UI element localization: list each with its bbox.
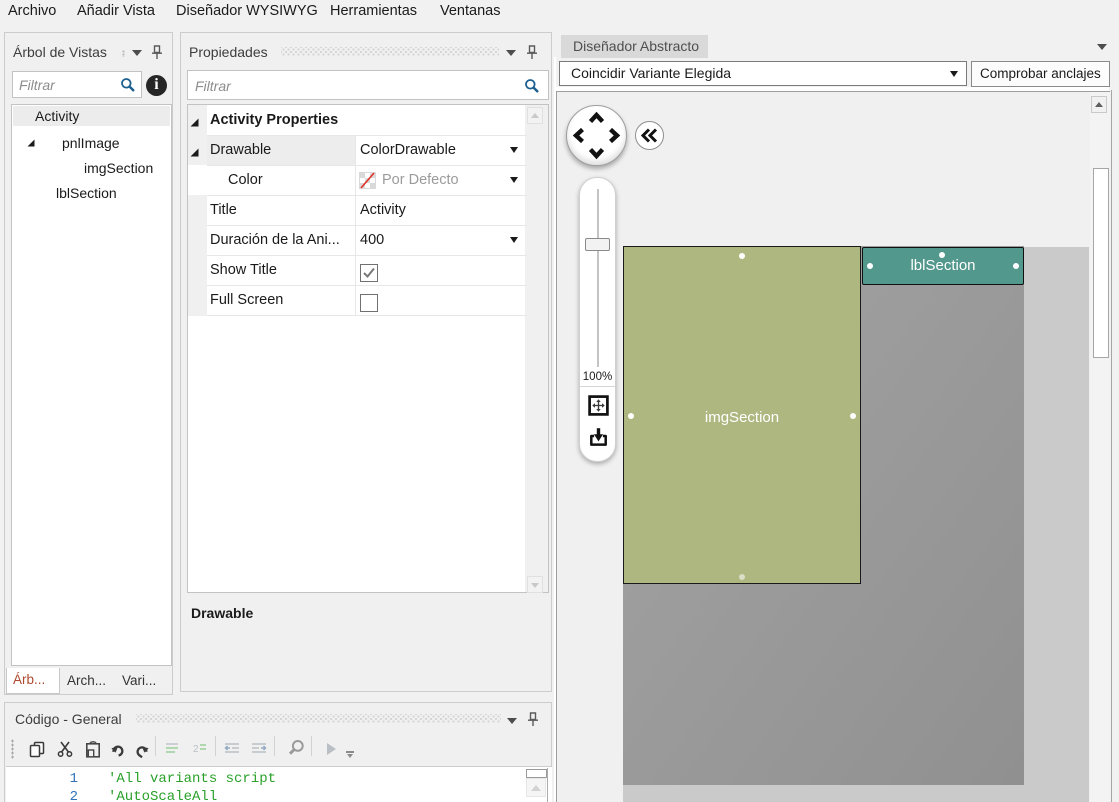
svg-text:2: 2: [193, 744, 199, 755]
